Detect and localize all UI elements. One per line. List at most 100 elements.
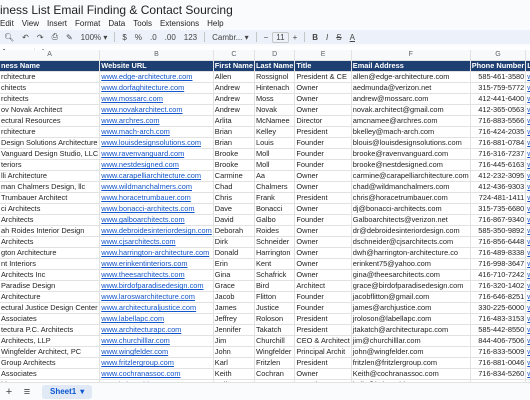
cell-b[interactable]: www.architecturapc.com: [99, 324, 214, 337]
increase-decimal-button[interactable]: .00: [161, 30, 180, 44]
cell-g[interactable]: 716-320-1402: [470, 280, 527, 293]
cell-f[interactable]: amcnamee@archres.com: [351, 115, 471, 128]
number-format-button[interactable]: 123: [180, 30, 201, 44]
cell-c[interactable]: Jim: [213, 335, 255, 348]
cell-h[interactable]: www.linkedin.com/in/brook: [525, 148, 530, 161]
cell-e[interactable]: Founder: [294, 159, 352, 172]
cell-c[interactable]: Carmine: [213, 170, 255, 183]
cell-c[interactable]: James: [213, 302, 255, 315]
cell-g[interactable]: 412-232-3095: [470, 170, 527, 183]
cell-e[interactable]: Founder: [294, 148, 352, 161]
cell-a[interactable]: Paradise Design: [0, 280, 101, 293]
cell-a[interactable]: Associates: [0, 368, 101, 381]
cell-c[interactable]: Jacob: [213, 291, 255, 304]
cell-a[interactable]: Architects: [0, 236, 101, 249]
strikethrough-button[interactable]: S: [332, 30, 345, 44]
cell-b[interactable]: www.edge-architecture.com: [99, 71, 214, 84]
cell-d[interactable]: Takatch: [254, 324, 296, 337]
cell-h[interactable]: www.linkedin.com/in/gina: [525, 269, 530, 282]
cell-e[interactable]: Owner: [294, 269, 352, 282]
cell-h[interactable]: www.linkedin.com/in/john: [525, 346, 530, 359]
cell-g[interactable]: 716-883-5566: [470, 115, 527, 128]
cell-b[interactable]: www.labellapc.com: [99, 313, 214, 326]
cell-f[interactable]: erinkent75@yahoo.com: [351, 258, 471, 271]
cell-c[interactable]: Andrew: [213, 93, 255, 106]
bold-button[interactable]: B: [308, 30, 322, 44]
cell-d[interactable]: Roides: [254, 225, 296, 238]
font-size-decrease-button[interactable]: −: [260, 30, 273, 44]
cell-c[interactable]: Brooke: [213, 148, 255, 161]
cell-h[interactable]: www.linkedin.com/in/jame: [525, 302, 530, 315]
cell-a[interactable]: ah Roides Interior Design: [0, 225, 101, 238]
cell-a[interactable]: Associates: [0, 313, 101, 326]
cell-b[interactable]: www.mach-arch.com: [99, 126, 214, 139]
cell-e[interactable]: Owner: [294, 203, 352, 216]
cell-g[interactable]: 716-834-5260: [470, 368, 527, 381]
cell-b[interactable]: www.wingfelder.com: [99, 346, 214, 359]
cell-a[interactable]: ectural Justice Design Center: [0, 302, 101, 315]
cell-e[interactable]: Founder: [294, 137, 352, 150]
document-title[interactable]: iness List Email Finding & Contact Sourc…: [0, 3, 233, 17]
cell-g[interactable]: 844-406-7506: [470, 335, 527, 348]
cell-e[interactable]: Owner: [294, 225, 352, 238]
cell-b[interactable]: www.laroswarchitecture.com: [99, 291, 214, 304]
cell-d[interactable]: Novak: [254, 104, 296, 117]
cell-f[interactable]: aedmunda@verizon.net: [351, 82, 471, 95]
cell-d[interactable]: McNamee: [254, 115, 296, 128]
cell-b[interactable]: www.archres.com: [99, 115, 214, 128]
cell-h[interactable]: www.linkedin.com/in/andr: [525, 82, 530, 95]
cell-a[interactable]: rchitecture: [0, 126, 101, 139]
paint-format-icon[interactable]: ✎: [62, 30, 77, 44]
cell-f[interactable]: fritzlen@fritzlergroup.com: [351, 357, 471, 370]
cell-d[interactable]: Schneider: [254, 236, 296, 249]
cell-h[interactable]: www.linkedin.com/in/chris: [525, 192, 530, 205]
cell-b[interactable]: www.erinkentinteriors.com: [99, 258, 214, 271]
cell-h[interactable]: www.linkedin.com/in/brook: [525, 159, 530, 172]
cell-h[interactable]: www.linkedin.com/in/davi: [525, 214, 530, 227]
cell-e[interactable]: Founder: [294, 302, 352, 315]
cell-a[interactable]: Architecture: [0, 291, 101, 304]
cell-e[interactable]: Owner: [294, 104, 352, 117]
cell-d[interactable]: Bonacci: [254, 203, 296, 216]
cell-g[interactable]: 585-350-9892: [470, 225, 527, 238]
cell-c[interactable]: Dave: [213, 203, 255, 216]
cell-a[interactable]: Group Architects: [0, 357, 101, 370]
cell-g[interactable]: 716-998-3647: [470, 258, 527, 271]
cell-e[interactable]: Owner: [294, 236, 352, 249]
text-color-button[interactable]: A: [346, 30, 359, 44]
cell-e[interactable]: Owner: [294, 82, 352, 95]
cell-d[interactable]: Harrington: [254, 247, 296, 260]
cell-e[interactable]: Owner: [294, 247, 352, 260]
cell-e[interactable]: Owner: [294, 368, 352, 381]
cell-h[interactable]: www.linkedin.com/in/erin: [525, 258, 530, 271]
cell-b[interactable]: www.mossarc.com: [99, 93, 214, 106]
cell-a[interactable]: rchitects: [0, 93, 101, 106]
header-cell[interactable]: Last Name: [254, 60, 296, 73]
cell-h[interactable]: www.linkedin.com/in/arlit: [525, 115, 530, 128]
cell-f[interactable]: james@archjustice.com: [351, 302, 471, 315]
chevron-down-icon[interactable]: ▾: [80, 387, 84, 397]
cell-d[interactable]: Kelley: [254, 126, 296, 139]
decrease-decimal-button[interactable]: .0: [146, 30, 161, 44]
cell-f[interactable]: jroloson@labellapc.com: [351, 313, 471, 326]
cell-g[interactable]: 716-424-2035: [470, 126, 527, 139]
cell-e[interactable]: President: [294, 126, 352, 139]
menu-icon[interactable]: ≡: [18, 386, 36, 398]
cell-g[interactable]: 315-759-5772: [470, 82, 527, 95]
cell-b[interactable]: www.louisdesignsolutions.com: [99, 137, 214, 150]
cell-f[interactable]: dj@bonacci-architects.com: [351, 203, 471, 216]
cell-f[interactable]: grace@birdofparadisedesign.com: [351, 280, 471, 293]
cell-f[interactable]: novak.architect@gmail.com: [351, 104, 471, 117]
cell-a[interactable]: nt Interiors: [0, 258, 101, 271]
cell-d[interactable]: Kent: [254, 258, 296, 271]
cell-b[interactable]: www.nestdesigned.com: [99, 159, 214, 172]
column-header-c[interactable]: C: [213, 50, 255, 62]
cell-e[interactable]: CEO & Architect: [294, 335, 352, 348]
cell-d[interactable]: Moss: [254, 93, 296, 106]
percent-button[interactable]: %: [131, 30, 146, 44]
cell-b[interactable]: www.fritzlergroup.com: [99, 357, 214, 370]
currency-button[interactable]: $: [118, 30, 130, 44]
cell-g[interactable]: 716-881-0046: [470, 357, 527, 370]
cell-f[interactable]: brooke@nestdesigned.com: [351, 159, 471, 172]
cell-e[interactable]: Owner: [294, 258, 352, 271]
